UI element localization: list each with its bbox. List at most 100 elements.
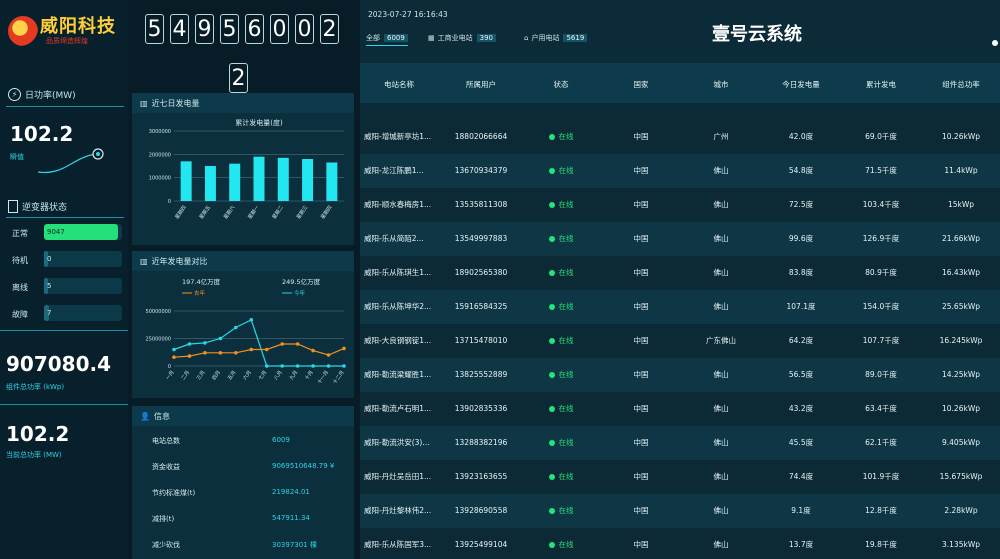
table-cell: 9.1度	[791, 506, 811, 515]
divider	[6, 217, 124, 218]
table-cell: 中国	[633, 302, 649, 311]
table-cell: 佛山	[713, 506, 729, 515]
table-cell: 佛山	[713, 438, 729, 447]
data-point	[203, 341, 207, 345]
y-tick-label: 0	[168, 364, 171, 370]
data-point	[311, 348, 315, 353]
column-header[interactable]: 城市	[682, 79, 760, 90]
info-label: 减排(t)	[152, 515, 175, 523]
tab-count: 390	[476, 34, 496, 42]
table-cell: 3.135kWp	[942, 540, 980, 549]
yearly-line-chart: 197.4亿万度去年 249.5亿万度今年 50000000 25000000 0一月二…	[146, 277, 346, 385]
status-online-icon	[548, 270, 555, 276]
current-power-label: 当前总功率 (MW)	[6, 451, 62, 459]
column-header[interactable]: 今日发电量	[762, 79, 840, 90]
info-value: 9069510648.79 ¥	[272, 462, 335, 470]
table-cell: 中国	[633, 234, 649, 243]
legend-name: 去年	[194, 289, 206, 297]
tab-1[interactable]: ▦ 工商业电站 390	[428, 33, 496, 43]
table-cell: 14.25kWp	[942, 370, 980, 379]
info-panel: 👤 信息 电站总数 6009 资金收益 9069510648.79 ¥ 节约标准煤(t)…	[132, 406, 354, 559]
divider	[0, 404, 128, 405]
data-point	[187, 342, 192, 346]
x-tick-label: 七月	[257, 369, 268, 381]
info-label: 资金收益	[152, 463, 180, 471]
status-online-icon	[548, 474, 555, 480]
x-tick-label: 星期四	[320, 205, 334, 221]
table-cell: 107.1度	[786, 302, 816, 311]
info-value: 219824.01	[272, 488, 310, 496]
table-cell: 佛山	[713, 200, 729, 209]
table-cell: 威阳-增城新亭坊1...	[364, 132, 432, 141]
status-text: 在线	[558, 166, 574, 175]
table-cell: 在线	[522, 358, 600, 392]
table-row[interactable]: 威阳-勒流梁耀胜1... 13825552889 在线 中国 佛山 56.5度 89.0千度…	[360, 358, 1000, 392]
middle-panel: 549560022 ▥ 近七日发电量 累计发电量(度) 3000000 200000…	[128, 0, 360, 559]
table-cell: 佛山	[713, 234, 729, 243]
inverter-label: 逆变器状态	[22, 203, 68, 213]
data-point	[234, 351, 238, 355]
table-row[interactable]: 威阳-丹灶吴岳田1... 13923163655 在线 中国 佛山 74.4度 101.9千…	[360, 460, 1000, 494]
column-header[interactable]: 电站名称	[360, 79, 438, 90]
table-cell: 威阳-大良钢钢锭1...	[364, 336, 432, 345]
table-row[interactable]: 威阳-勒流洪安(3)... 13288382196 在线 中国 佛山 45.5度 62.1千…	[360, 426, 1000, 460]
table-row[interactable]: 威阳-乐从陈坤华2... 15916584325 在线 中国 佛山 107.1度 154.0…	[360, 290, 1000, 324]
tab-count: 6009	[384, 34, 408, 42]
x-tick-label: 星期二	[271, 205, 285, 221]
status-text: 在线	[558, 370, 574, 379]
x-tick-label: 十一月	[316, 369, 330, 385]
inverter-status-value: 0	[44, 251, 51, 267]
table-cell: 佛山	[713, 302, 729, 311]
table-cell: 15916584325	[454, 302, 508, 311]
table-cell: 佛山	[713, 268, 729, 277]
table-cell: 中国	[633, 506, 649, 515]
counter-digit: 5	[220, 14, 239, 44]
table-row[interactable]: 威阳-大良钢钢锭1... 13715478010 在线 中国 广东佛山 64.2度 107.…	[360, 324, 1000, 358]
info-label: 电站总数	[152, 437, 180, 445]
column-header[interactable]: 国家	[602, 79, 680, 90]
counter-digit: 0	[295, 14, 314, 44]
weekly-bar-chart: 累计发电量(度)3000000200000010000000星期四 星期五 星期六星…	[149, 118, 344, 221]
inverter-status-value: 5	[44, 278, 51, 294]
table-cell: 19.8千度	[865, 540, 897, 549]
column-header[interactable]: 组件总功率	[922, 79, 1000, 90]
tab-0[interactable]: 全部 6009	[366, 33, 408, 46]
status-online-icon	[548, 236, 555, 242]
table-row[interactable]: 威阳-丹灶黎林伟2... 13928690558 在线 中国 佛山 9.1度 12.8千度 2…	[360, 494, 1000, 528]
table-cell: 15.675kWp	[939, 472, 983, 481]
divider	[0, 330, 128, 331]
data-point	[172, 347, 176, 352]
x-tick-label: 十月	[303, 369, 314, 381]
column-header[interactable]: 所属用户	[442, 79, 520, 90]
current-power-value: 102.2	[6, 422, 70, 446]
table-cell: 13.7度	[788, 540, 814, 549]
table-cell: 103.4千度	[862, 200, 900, 209]
table-cell: 中国	[633, 540, 649, 549]
table-row[interactable]: 威阳-龙江陈鹏1... 13670934379 在线 中国 佛山 54.8度 71.5千度 1…	[360, 154, 1000, 188]
data-point	[326, 353, 331, 357]
table-cell: 中国	[633, 166, 649, 175]
table-body: 威阳-增城新亭坊1... 18802066664 在线 中国 广州 42.0度 69.0千度…	[360, 103, 1000, 559]
capacity-label: 组件总功率 (kWp)	[6, 383, 65, 391]
close-dot-icon[interactable]	[992, 40, 998, 46]
table-cell: 威阳-勒流卢石明1...	[364, 404, 432, 413]
datetime: 2023-07-27 16:16:43	[368, 10, 448, 19]
table-cell: 在线	[522, 222, 600, 256]
table-row[interactable]: 威阳-乐从陈琪生1... 18902565380 在线 中国 佛山 83.8度 80.9千度…	[360, 256, 1000, 290]
table-row[interactable]: 威阳-乐从简陌2... 13549997883 在线 中国 佛山 99.6度 126.9千度…	[360, 222, 1000, 256]
status-text: 在线	[558, 540, 574, 549]
station-table-panel: 2023-07-27 16:16:43 壹号云系统 全部 6009 ▦ 工商业电站 39…	[360, 0, 1000, 559]
column-header[interactable]: 累计发电	[842, 79, 920, 90]
counter-digit: 4	[170, 14, 189, 44]
chart-icon: ▥	[140, 256, 148, 266]
table-row[interactable]: 威阳-乐从陈国军3... 13925499104 在线 中国 佛山 13.7度 19.8千度…	[360, 528, 1000, 559]
info-header: 👤 信息	[132, 406, 354, 426]
weekly-chart-header: ▥ 近七日发电量	[132, 93, 354, 113]
tab-2[interactable]: ⌂ 户用电站 5619	[524, 33, 588, 43]
column-header[interactable]: 状态	[522, 79, 600, 90]
table-cell: 71.5千度	[865, 166, 897, 175]
x-tick-label: 九月	[288, 369, 299, 381]
table-row[interactable]: 威阳-顺水春梅房1... 13535811308 在线 中国 佛山 72.5度 103.4千…	[360, 188, 1000, 222]
table-row[interactable]: 威阳-增城新亭坊1... 18802066664 在线 中国 广州 42.0度 69.0千度…	[360, 120, 1000, 154]
table-row[interactable]: 威阳-勒流卢石明1... 13902835336 在线 中国 佛山 43.2度 63.4千度…	[360, 392, 1000, 426]
